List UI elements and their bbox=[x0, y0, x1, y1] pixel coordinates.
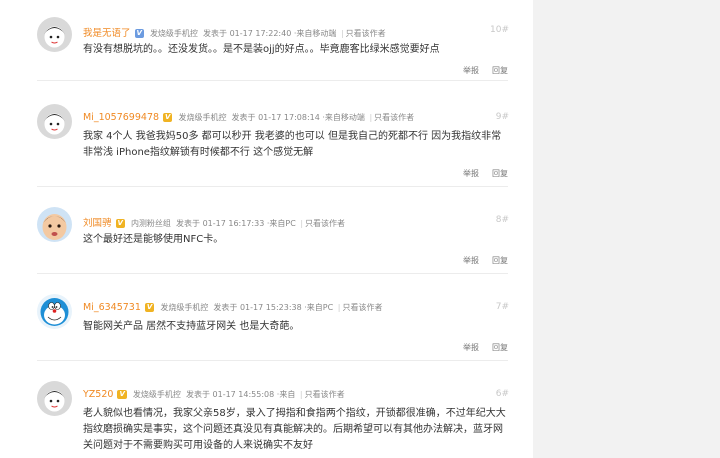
avatar[interactable] bbox=[37, 17, 72, 52]
post-source: 来自移动端 bbox=[296, 29, 337, 38]
floor-number: 7# bbox=[495, 302, 509, 312]
report-link[interactable]: 举报 bbox=[463, 66, 479, 75]
avatar-cartoon-icon bbox=[37, 381, 72, 416]
reply-link[interactable]: 回复 bbox=[492, 66, 508, 75]
post-source: 来自PC bbox=[269, 219, 296, 228]
avatar-doraemon-icon bbox=[37, 294, 72, 329]
report-link[interactable]: 举报 bbox=[463, 169, 479, 178]
post-time-prefix: 发表于 bbox=[213, 303, 238, 312]
divider bbox=[37, 186, 508, 187]
post-source: 来自PC bbox=[306, 303, 334, 312]
avatar[interactable] bbox=[37, 381, 72, 416]
vip-badge-icon: V bbox=[144, 303, 155, 312]
comment-meta: 我是无语了 V 发烧级手机控 发表于 01-17 17:22:40 ·来自移动端 |… bbox=[83, 25, 509, 39]
reply-link[interactable]: 回复 bbox=[492, 256, 508, 265]
vip-badge-icon: V bbox=[115, 219, 125, 228]
username-link[interactable]: 我是无语了 bbox=[83, 28, 131, 39]
user-level: 发烧级手机控 bbox=[149, 29, 198, 38]
avatar-baby-photo-icon bbox=[37, 207, 72, 242]
comment-content: 老人貌似也看情况，我家父亲58岁，录入了拇指和食指两个指纹，开锁都很准确，不过年… bbox=[83, 408, 506, 451]
avatar[interactable] bbox=[37, 294, 72, 329]
comment-actions: 举报 回复 bbox=[450, 255, 508, 266]
post-time-prefix: 发表于 bbox=[203, 29, 228, 38]
comment-content: 我家 4个人 我爸我妈50多 都可以秒开 我老婆的也可以 但是我自己的死都不行 … bbox=[83, 131, 502, 158]
only-author-link[interactable]: 只看该作者 bbox=[374, 113, 414, 122]
user-level: 发烧级手机控 bbox=[178, 113, 227, 122]
comment-panel: 我是无语了 V 发烧级手机控 发表于 01-17 17:22:40 ·来自移动端 |… bbox=[0, 0, 533, 458]
vip-badge-icon: V bbox=[134, 29, 144, 38]
comment-meta: YZ520 V 发烧级手机控 发表于 01-17 14:55:08 ·来自 | 只看该… bbox=[83, 389, 509, 400]
report-link[interactable]: 举报 bbox=[463, 256, 479, 265]
avatar[interactable] bbox=[37, 104, 72, 139]
post-time-prefix: 发表于 bbox=[176, 219, 201, 228]
floor-number: 8# bbox=[495, 215, 509, 225]
only-author-link[interactable]: 只看该作者 bbox=[346, 29, 386, 38]
vip-badge-icon: V bbox=[117, 390, 127, 399]
username-link[interactable]: Mi_6345731 bbox=[83, 302, 141, 313]
comment-meta: Mi_6345731 V 发烧级手机控 发表于 01-17 15:23:38 ·来自… bbox=[83, 302, 509, 313]
username-link[interactable]: 刘国骋 bbox=[83, 218, 112, 229]
only-author-link[interactable]: 只看该作者 bbox=[342, 303, 382, 312]
avatar-cartoon-icon bbox=[37, 17, 72, 52]
divider bbox=[37, 80, 508, 81]
comment-actions: 举报 回复 bbox=[450, 168, 508, 179]
comment-content: 这个最好还是能够使用NFC卡。 bbox=[83, 234, 224, 245]
divider bbox=[37, 360, 508, 361]
floor-number: 10# bbox=[490, 25, 509, 35]
only-author-link[interactable]: 只看该作者 bbox=[305, 390, 345, 399]
only-author-link[interactable]: 只看该作者 bbox=[305, 219, 345, 228]
post-time: 01-17 14:55:08 bbox=[212, 390, 275, 399]
post-source: 来自移动端 bbox=[324, 113, 365, 122]
floor-number: 9# bbox=[495, 112, 509, 122]
user-level: 发烧级手机控 bbox=[132, 390, 181, 399]
post-time-prefix: 发表于 bbox=[185, 390, 210, 399]
comment-content: 有没有想脱坑的。。还没发货。。是不是装ojj的好点。。毕竟鹿客比绿米感觉要好点 bbox=[83, 44, 440, 55]
post-time-prefix: 发表于 bbox=[231, 113, 256, 122]
username-link[interactable]: YZ520 bbox=[83, 389, 113, 400]
username-link[interactable]: Mi_1057699478 bbox=[83, 112, 159, 123]
user-level: 内测粉丝组 bbox=[130, 219, 171, 228]
avatar[interactable] bbox=[37, 207, 72, 242]
divider bbox=[37, 273, 508, 274]
floor-number: 6# bbox=[495, 389, 509, 399]
post-time: 01-17 15:23:38 bbox=[239, 303, 302, 312]
comment-meta: 刘国骋 V 内测粉丝组 发表于 01-17 16:17:33 ·来自PC | 只看该作… bbox=[83, 215, 509, 229]
page-background bbox=[533, 0, 720, 458]
post-time: 01-17 17:08:14 bbox=[258, 113, 320, 122]
comment-content: 智能网关产品 居然不支持蓝牙网关 也是大奇葩。 bbox=[83, 321, 300, 332]
vip-badge-icon: V bbox=[163, 113, 173, 122]
post-source: 来自 bbox=[279, 390, 296, 399]
reply-link[interactable]: 回复 bbox=[492, 169, 508, 178]
post-time: 01-17 16:17:33 bbox=[202, 219, 265, 228]
reply-link[interactable]: 回复 bbox=[492, 343, 508, 352]
avatar-cartoon-icon bbox=[37, 104, 72, 139]
comment-actions: 举报 回复 bbox=[450, 342, 508, 353]
report-link[interactable]: 举报 bbox=[463, 343, 479, 352]
comment-actions: 举报 回复 bbox=[450, 65, 508, 76]
post-time: 01-17 17:22:40 bbox=[229, 29, 292, 38]
user-level: 发烧级手机控 bbox=[160, 303, 209, 312]
comment-meta: Mi_1057699478 V 发烧级手机控 发表于 01-17 17:08:14 … bbox=[83, 112, 509, 123]
